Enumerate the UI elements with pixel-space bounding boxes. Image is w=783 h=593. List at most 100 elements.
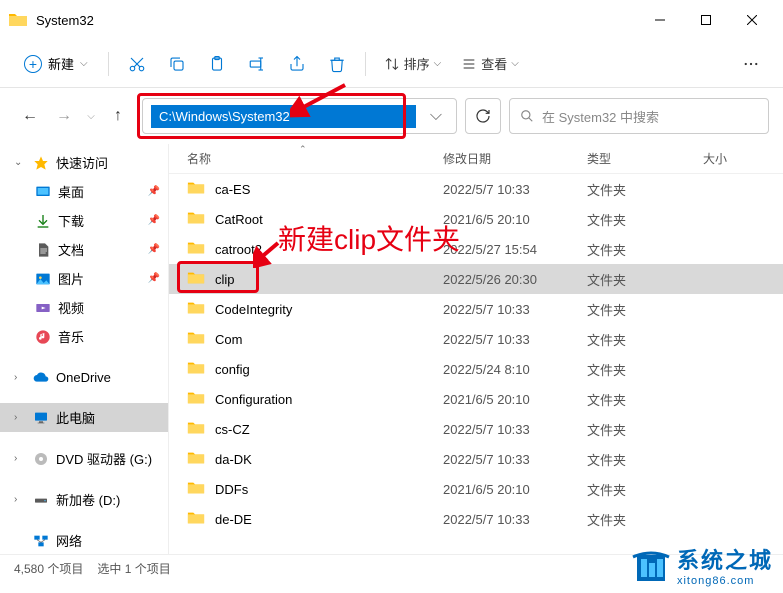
new-button[interactable]: + 新建 ⌵: [14, 48, 98, 79]
sidebar-quick-access[interactable]: ⌄ 快速访问: [0, 148, 168, 177]
file-row[interactable]: cs-CZ2022/5/7 10:33文件夹: [169, 414, 783, 444]
file-date: 2022/5/24 8:10: [443, 362, 587, 377]
file-row[interactable]: Configuration2021/6/5 20:10文件夹: [169, 384, 783, 414]
address-dropdown-icon[interactable]: ⌵: [420, 107, 452, 125]
file-name: catroot2: [215, 242, 443, 257]
file-row[interactable]: CatRoot2021/6/5 20:10文件夹: [169, 204, 783, 234]
sidebar-pictures[interactable]: 图片 📌: [0, 264, 168, 293]
sidebar-videos[interactable]: 视频: [0, 293, 168, 322]
address-input[interactable]: [151, 105, 416, 128]
sidebar-this-pc[interactable]: › 此电脑: [0, 403, 168, 432]
forward-button[interactable]: →: [48, 100, 80, 132]
file-date: 2022/5/7 10:33: [443, 422, 587, 437]
file-row[interactable]: de-DE2022/5/7 10:33文件夹: [169, 504, 783, 534]
file-row[interactable]: ca-ES2022/5/7 10:33文件夹: [169, 174, 783, 204]
file-date: 2022/5/7 10:33: [443, 512, 587, 527]
download-icon: [34, 212, 52, 230]
folder-icon: [187, 449, 207, 469]
file-type: 文件夹: [587, 180, 703, 199]
file-name: CatRoot: [215, 212, 443, 227]
chevron-down-icon: ⌵: [80, 58, 88, 69]
sidebar-label: OneDrive: [56, 370, 160, 385]
share-icon[interactable]: [279, 46, 315, 82]
disc-icon: [32, 450, 50, 468]
file-list[interactable]: ca-ES2022/5/7 10:33文件夹CatRoot2021/6/5 20…: [169, 174, 783, 554]
sidebar-network[interactable]: 网络: [0, 526, 168, 554]
minimize-button[interactable]: [637, 4, 683, 36]
column-type[interactable]: 类型: [587, 150, 703, 167]
sort-button[interactable]: 排序 ⌵: [376, 50, 450, 77]
sidebar-onedrive[interactable]: › OneDrive: [0, 363, 168, 391]
video-icon: [34, 299, 52, 317]
titlebar: System32: [0, 0, 783, 40]
sidebar-label: 图片: [58, 269, 142, 288]
new-label: 新建: [48, 54, 74, 73]
column-name[interactable]: 名称 ⌃: [187, 150, 443, 167]
file-date: 2022/5/26 20:30: [443, 272, 587, 287]
file-date: 2022/5/7 10:33: [443, 302, 587, 317]
address-bar[interactable]: ⌵: [142, 98, 457, 134]
pin-icon: 📌: [148, 186, 160, 197]
sidebar-documents[interactable]: 文档 📌: [0, 235, 168, 264]
file-row[interactable]: da-DK2022/5/7 10:33文件夹: [169, 444, 783, 474]
column-date[interactable]: 修改日期: [443, 150, 587, 167]
selected-count: 选中 1 个项目: [97, 560, 170, 577]
sidebar-music[interactable]: 音乐: [0, 322, 168, 351]
folder-icon: [187, 179, 207, 199]
navbar: ← → ⌵ ↑ ⌵ 在 System32 中搜索: [0, 88, 783, 144]
file-row[interactable]: catroot22022/5/27 15:54文件夹: [169, 234, 783, 264]
maximize-button[interactable]: [683, 4, 729, 36]
file-name: Configuration: [215, 392, 443, 407]
sidebar-dvd[interactable]: › DVD 驱动器 (G:): [0, 444, 168, 473]
search-box[interactable]: 在 System32 中搜索: [509, 98, 769, 134]
sidebar-downloads[interactable]: 下载 📌: [0, 206, 168, 235]
document-icon: [34, 241, 52, 259]
pin-icon: 📌: [148, 244, 160, 255]
file-row[interactable]: DDFs2021/6/5 20:10文件夹: [169, 474, 783, 504]
paste-icon[interactable]: [199, 46, 235, 82]
file-date: 2022/5/27 15:54: [443, 242, 587, 257]
file-row[interactable]: Com2022/5/7 10:33文件夹: [169, 324, 783, 354]
file-name: config: [215, 362, 443, 377]
pc-icon: [32, 409, 50, 427]
back-button[interactable]: ←: [14, 100, 46, 132]
music-icon: [34, 328, 52, 346]
file-name: CodeIntegrity: [215, 302, 443, 317]
folder-icon: [187, 389, 207, 409]
file-type: 文件夹: [587, 330, 703, 349]
sidebar-label: 桌面: [58, 182, 142, 201]
cut-icon[interactable]: [119, 46, 155, 82]
refresh-button[interactable]: [465, 98, 501, 134]
pin-icon: 📌: [148, 273, 160, 284]
rename-icon[interactable]: [239, 46, 275, 82]
file-name: cs-CZ: [215, 422, 443, 437]
file-row[interactable]: config2022/5/24 8:10文件夹: [169, 354, 783, 384]
plus-icon: +: [24, 55, 42, 73]
sidebar-label: 此电脑: [56, 408, 160, 427]
file-name: Com: [215, 332, 443, 347]
sidebar-label: 下载: [58, 211, 142, 230]
column-size[interactable]: 大小: [703, 150, 783, 167]
file-type: 文件夹: [587, 360, 703, 379]
file-name: clip: [215, 272, 443, 287]
copy-icon[interactable]: [159, 46, 195, 82]
chevron-down-icon: ⌵: [434, 58, 442, 69]
sidebar-label: 快速访问: [56, 153, 160, 172]
pin-icon: 📌: [148, 215, 160, 226]
up-button[interactable]: ↑: [102, 100, 134, 132]
folder-icon: [187, 269, 207, 289]
file-row[interactable]: clip2022/5/26 20:30文件夹: [169, 264, 783, 294]
delete-icon[interactable]: [319, 46, 355, 82]
sidebar-desktop[interactable]: 桌面 📌: [0, 177, 168, 206]
view-button[interactable]: 查看 ⌵: [453, 50, 527, 77]
star-icon: [32, 154, 50, 172]
sidebar-label: 文档: [58, 240, 142, 259]
more-icon[interactable]: [733, 46, 769, 82]
file-type: 文件夹: [587, 450, 703, 469]
file-row[interactable]: CodeIntegrity2022/5/7 10:33文件夹: [169, 294, 783, 324]
toolbar: + 新建 ⌵ 排序 ⌵ 查看 ⌵: [0, 40, 783, 88]
sidebar-newvol[interactable]: › 新加卷 (D:): [0, 485, 168, 514]
close-button[interactable]: [729, 4, 775, 36]
history-dropdown[interactable]: ⌵: [82, 100, 100, 132]
folder-icon: [187, 329, 207, 349]
